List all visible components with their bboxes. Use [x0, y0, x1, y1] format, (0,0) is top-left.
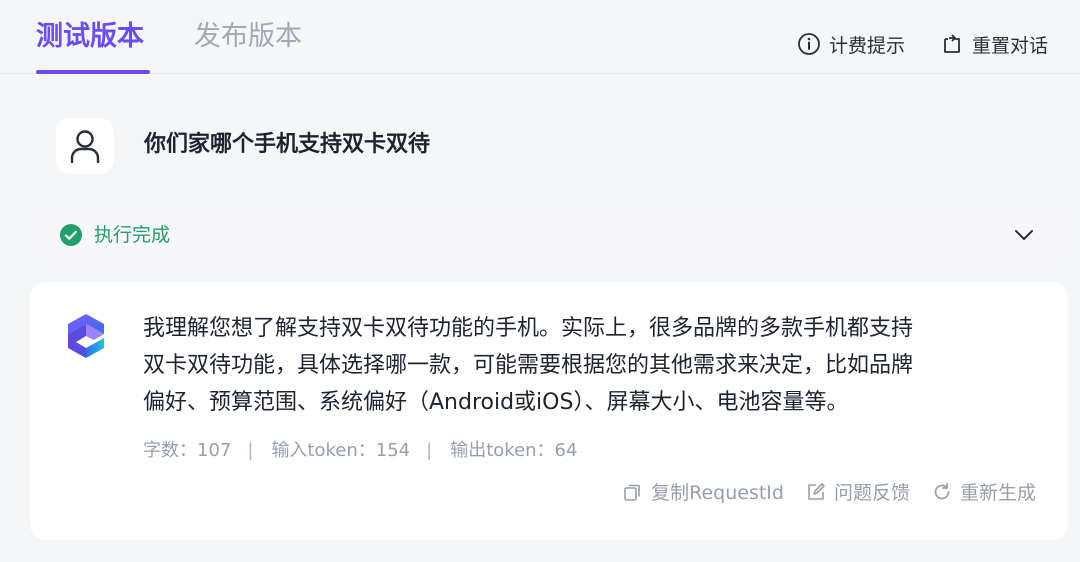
edit-icon	[808, 482, 825, 500]
answer-text: 我理解您想了解支持双卡双待功能的手机。实际上，很多品牌的多款手机都支持 双卡双待…	[143, 310, 1043, 421]
answer-actions: 复制RequestId 问题反馈 重新生成	[601, 478, 1036, 505]
bot-logo-icon	[68, 314, 104, 358]
stats-separator: |	[426, 440, 433, 461]
input-token-count: 输入token：154	[271, 440, 411, 461]
billing-tip-button[interactable]: 计费提示	[797, 30, 905, 58]
check-circle-icon	[60, 224, 82, 246]
copy-icon	[624, 484, 640, 501]
answer-line: 双卡双待功能，具体选择哪一款，可能需要根据您的其他需求来决定，比如品牌	[143, 353, 914, 378]
info-icon	[798, 33, 820, 55]
tab-test-version[interactable]: 测试版本	[36, 18, 144, 56]
reset-conversation-label: 重置对话	[972, 34, 1049, 57]
status-text: 执行完成	[94, 224, 171, 246]
refresh-icon	[934, 482, 950, 499]
copy-request-id-button[interactable]: 复制RequestId	[623, 478, 784, 505]
tab-release-version[interactable]: 发布版本	[194, 18, 302, 56]
feedback-label: 问题反馈	[833, 482, 910, 504]
active-tab-indicator	[36, 70, 150, 74]
execution-status-row[interactable]: 执行完成	[38, 206, 1062, 266]
reset-icon	[944, 34, 960, 53]
answer-stats: 字数：107 | 输入token：154 | 输出token：64	[143, 438, 577, 464]
user-message-row: 你们家哪个手机支持双卡双待	[56, 118, 1036, 174]
top-bar: 测试版本 发布版本 计费提示 重置对话	[0, 0, 1080, 74]
chevron-down-icon[interactable]	[1014, 228, 1034, 242]
feedback-button[interactable]: 问题反馈	[806, 478, 910, 505]
answer-line: 偏好、预算范围、系统偏好（Android或iOS）、屏幕大小、电池容量等。	[143, 390, 849, 415]
regenerate-button[interactable]: 重新生成	[932, 478, 1036, 505]
copy-request-id-label: 复制RequestId	[651, 482, 784, 504]
reset-conversation-button[interactable]: 重置对话	[940, 30, 1048, 58]
user-message-text: 你们家哪个手机支持双卡双待	[144, 132, 431, 157]
user-avatar	[56, 118, 114, 174]
answer-card: 我理解您想了解支持双卡双待功能的手机。实际上，很多品牌的多款手机都支持 双卡双待…	[30, 282, 1068, 540]
billing-tip-label: 计费提示	[829, 34, 906, 57]
char-count: 字数：107	[143, 440, 232, 461]
user-icon	[70, 130, 100, 163]
answer-line: 我理解您想了解支持双卡双待功能的手机。实际上，很多品牌的多款手机都支持	[143, 316, 914, 341]
regenerate-label: 重新生成	[959, 482, 1036, 504]
stats-separator: |	[247, 440, 254, 461]
output-token-count: 输出token：64	[450, 440, 578, 461]
